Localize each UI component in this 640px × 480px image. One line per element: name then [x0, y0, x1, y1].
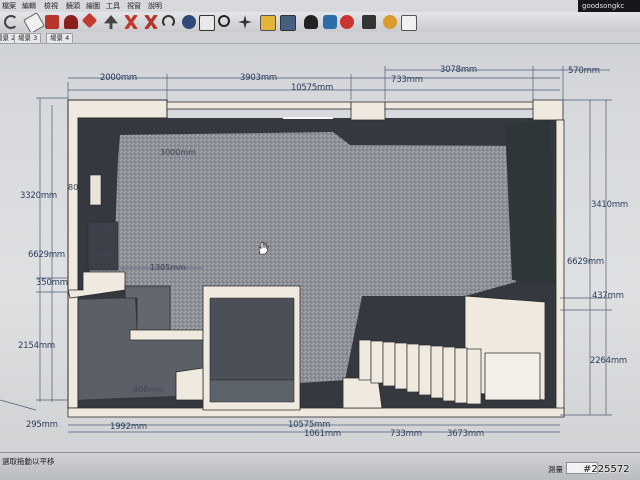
menu-view[interactable]: 檢視 — [44, 1, 58, 11]
menu-file[interactable]: 檔案 — [2, 1, 16, 11]
dim-left-3: 350mm — [36, 278, 68, 288]
left-window — [89, 174, 102, 206]
dim-top-total: 10575mm — [291, 83, 334, 93]
dim-bottom-total: 10575mm — [288, 420, 331, 430]
right-window-wall — [505, 120, 555, 285]
wall-pillar-2 — [532, 99, 564, 121]
stair-tread — [394, 342, 408, 390]
dim-bottom-4: 733mm — [390, 429, 422, 439]
eraser-icon[interactable] — [23, 12, 45, 34]
dim-right-4: 2264mm — [590, 356, 627, 366]
dim-inner-6: 80 — [68, 183, 79, 192]
move-icon[interactable] — [104, 15, 118, 29]
stair-platform — [484, 352, 541, 401]
tab-scene-4-label: 場景 4 — [50, 34, 70, 42]
tab-scene-3-label: 場景 3 — [18, 34, 38, 42]
menu-help[interactable]: 說明 — [148, 1, 162, 11]
dim-top-2: 3903mm — [240, 73, 277, 83]
block-908 — [175, 367, 204, 401]
layer-icon[interactable] — [401, 15, 417, 31]
shadow-icon[interactable] — [362, 15, 376, 29]
menu-camera[interactable]: 鏡頭 — [66, 1, 80, 11]
wall-bottom — [67, 407, 565, 418]
wall-top-right — [384, 101, 534, 110]
dim-right-1: 3410mm — [591, 200, 628, 210]
dim-bottom-3: 1061mm — [304, 429, 341, 439]
stair-tread — [358, 339, 372, 381]
dim-top-4: 3078mm — [440, 65, 477, 75]
zoom-extents-icon[interactable] — [238, 15, 252, 29]
partition-ledge — [129, 329, 204, 341]
orbit-icon[interactable] — [4, 15, 18, 29]
menu-tools[interactable]: 工具 — [106, 1, 120, 11]
dim-right-2: 6629mm — [567, 257, 604, 267]
person-icon[interactable] — [304, 15, 318, 29]
dim-top-5: 570mm — [568, 66, 600, 76]
dim-right-3: 437mm — [592, 291, 624, 301]
model-viewport[interactable]: 2000mm 3903mm 733mm 3078mm 570mm 10575mm… — [0, 43, 640, 460]
push-pull-icon[interactable] — [81, 12, 98, 29]
paint-bucket-icon[interactable] — [45, 15, 59, 29]
user-label: goodsongkc — [578, 0, 640, 12]
photo-icon[interactable] — [260, 15, 276, 31]
watermark: #225572 — [583, 464, 630, 475]
dim-left-4: 2154mm — [18, 341, 55, 351]
dim-bottom-2: 1992mm — [110, 422, 147, 432]
toolbar — [0, 12, 640, 34]
zoom-icon[interactable] — [218, 15, 230, 27]
status-bar: 選取拖動以平移 測量 — [0, 452, 640, 480]
dim-inner-4: 72mm — [89, 250, 115, 259]
hand-cursor-icon — [258, 242, 269, 255]
offset-icon[interactable] — [182, 15, 196, 29]
select-hand-icon[interactable] — [199, 15, 215, 31]
measure-label: 測量 — [548, 465, 563, 474]
stair-tread — [382, 341, 396, 387]
camera-icon[interactable] — [340, 15, 354, 29]
dim-bottom-1: 295mm — [26, 420, 58, 430]
dim-inner-1: 3000mm — [160, 148, 196, 157]
menu-draw[interactable]: 繪圖 — [86, 1, 100, 11]
dim-left-2: 6629mm — [28, 250, 65, 260]
stair-tread — [442, 346, 456, 402]
rotate-icon[interactable] — [124, 15, 138, 29]
dim-inner-2: 1305mm — [150, 263, 186, 272]
pencil-icon[interactable] — [64, 15, 78, 29]
wall-top-mid — [166, 101, 352, 110]
dim-inner-3: 908mm — [133, 385, 164, 394]
status-hint: 選取拖動以平移 — [2, 457, 55, 466]
dim-bottom-5: 3673mm — [447, 429, 484, 439]
wall-pillar-1 — [350, 101, 386, 121]
stair-tread — [406, 343, 420, 393]
stair-tread — [370, 340, 384, 384]
menu-window[interactable]: 視窗 — [127, 1, 141, 11]
stair-tread — [466, 348, 482, 405]
walk-icon[interactable] — [323, 15, 337, 29]
dim-top-1: 2000mm — [100, 73, 137, 83]
section-icon[interactable] — [280, 15, 296, 31]
central-room-inner — [209, 297, 295, 381]
dim-left-1: 3320mm — [20, 191, 57, 201]
tab-scene-2-label: 場景 2 — [0, 34, 15, 42]
monitor-screen: 檔案 編輯 檢視 鏡頭 繪圖 工具 視窗 說明 goodsongkc 場景 2 — [0, 0, 640, 480]
dim-top-3: 733mm — [391, 75, 423, 85]
scale-icon[interactable] — [144, 15, 158, 29]
user-name-text: goodsongkc — [582, 2, 625, 10]
menu-bar: 檔案 編輯 檢視 鏡頭 繪圖 工具 視窗 說明 goodsongkc — [0, 0, 640, 12]
component-icon[interactable] — [383, 15, 397, 29]
wall-right — [555, 119, 565, 417]
dim-inner-5: 30mm — [88, 223, 114, 232]
central-room-floor — [209, 379, 295, 403]
follow-me-icon[interactable] — [162, 15, 175, 28]
stair-tread — [418, 344, 432, 396]
stair-tread — [454, 347, 468, 404]
stair-tread — [430, 345, 444, 399]
menu-edit[interactable]: 編輯 — [22, 1, 36, 11]
